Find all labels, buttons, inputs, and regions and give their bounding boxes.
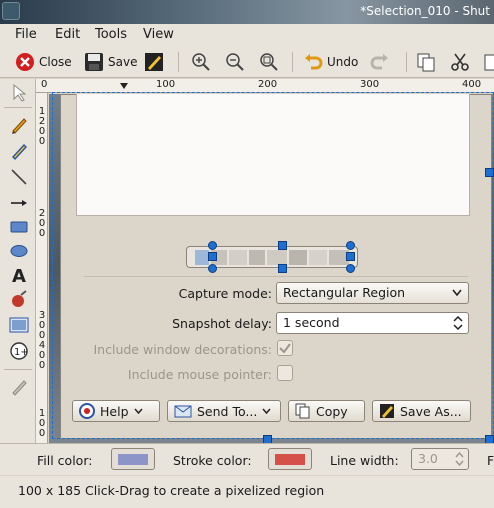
text-tool-icon[interactable]: A [9,265,29,285]
scissors-icon [450,52,470,72]
arrow-tool-icon[interactable] [9,193,29,213]
toolbar: Close Save Undo [0,46,494,78]
copy-toolbar-button[interactable] [416,50,436,74]
selection-frame [52,92,494,439]
zoom-out-button[interactable] [225,50,245,74]
fill-color-button[interactable] [111,448,155,470]
status-bar: 100 x 185 Click-Drag to create a pixeliz… [0,476,494,508]
resize-handle[interactable] [485,168,494,177]
tool-strip: A 1+ [0,79,36,443]
undo-label: Undo [327,55,359,69]
menu-bar: File Edit Tools View [0,24,494,46]
ruler-tick: 300 [360,79,380,90]
line-width-label: Line width: [330,453,399,468]
rectangle-tool-icon[interactable] [9,217,29,237]
ruler-tick: 0 [41,79,48,90]
pixelize-tool-icon[interactable] [9,315,29,335]
close-button[interactable]: Close [15,50,72,74]
pencil-icon[interactable] [9,115,29,135]
spinner-arrows-icon[interactable] [455,452,464,466]
menu-file[interactable]: File [15,27,37,42]
line-tool-icon[interactable] [9,167,29,187]
line-width-spinner[interactable]: 3.0 [411,448,469,470]
ruler-tick: 400 [462,79,482,90]
window-title: *Selection_010 - Shut [360,4,490,18]
highlighter-icon[interactable] [9,141,29,161]
line-width-value: 3.0 [418,451,438,466]
zoom-in-icon [191,52,211,72]
ellipse-tool-icon[interactable] [9,241,29,261]
ruler-tick: 0 [38,428,46,439]
fill-color-swatch [118,454,148,465]
select-tool-icon[interactable] [9,83,29,103]
ruler-tick: 100 [156,79,176,90]
save-icon [84,52,104,72]
censor-tool-icon[interactable] [9,289,29,309]
undo-button[interactable]: Undo [303,50,358,74]
horizontal-ruler: 0 100 200 300 400 [36,79,494,93]
zoom-out-icon [225,52,245,72]
title-bar: *Selection_010 - Shut [0,0,494,24]
font-label: F [487,453,494,468]
ruler-tick: 200 [258,79,278,90]
vertical-ruler: 1 2 0 0 2 0 0 3 0 0 4 0 0 1 0 0 [36,93,48,443]
redo-button[interactable] [370,50,390,74]
close-label: Close [39,55,72,69]
eraser-tool-icon[interactable] [9,377,29,397]
undo-icon [303,52,323,72]
fill-color-label: Fill color: [37,453,93,468]
stroke-color-swatch [275,454,305,465]
stroke-color-label: Stroke color: [173,453,252,468]
save-label: Save [108,55,138,69]
edit-image-icon [144,52,164,72]
redo-icon [370,52,390,72]
zoom-in-button[interactable] [191,50,211,74]
copy-icon [416,52,436,72]
svg-text:1+: 1+ [14,347,29,358]
ruler-pointer-icon [120,83,128,89]
properties-bar: Fill color: Stroke color: Line width: 3.… [0,443,494,475]
menu-edit[interactable]: Edit [55,27,80,42]
window-menu-icon[interactable] [2,2,20,20]
cut-button[interactable] [450,50,470,74]
ruler-tick: 0 [38,228,46,239]
number-tool-icon[interactable]: 1+ [9,341,29,361]
save-button[interactable]: Save [84,50,137,74]
menu-view[interactable]: View [143,27,174,42]
status-text: 100 x 185 Click-Drag to create a pixeliz… [18,483,325,498]
paste-icon [483,52,494,72]
ruler-tick: 0 [38,360,46,371]
paste-button[interactable] [483,50,494,74]
ruler-tick: 0 [38,136,46,147]
zoom-fit-icon [259,52,279,72]
svg-text:A: A [12,266,26,285]
export-button[interactable] [144,50,164,74]
menu-tools[interactable]: Tools [95,27,127,42]
stroke-color-button[interactable] [268,448,312,470]
close-icon [15,52,35,72]
zoom-fit-button[interactable] [259,50,279,74]
